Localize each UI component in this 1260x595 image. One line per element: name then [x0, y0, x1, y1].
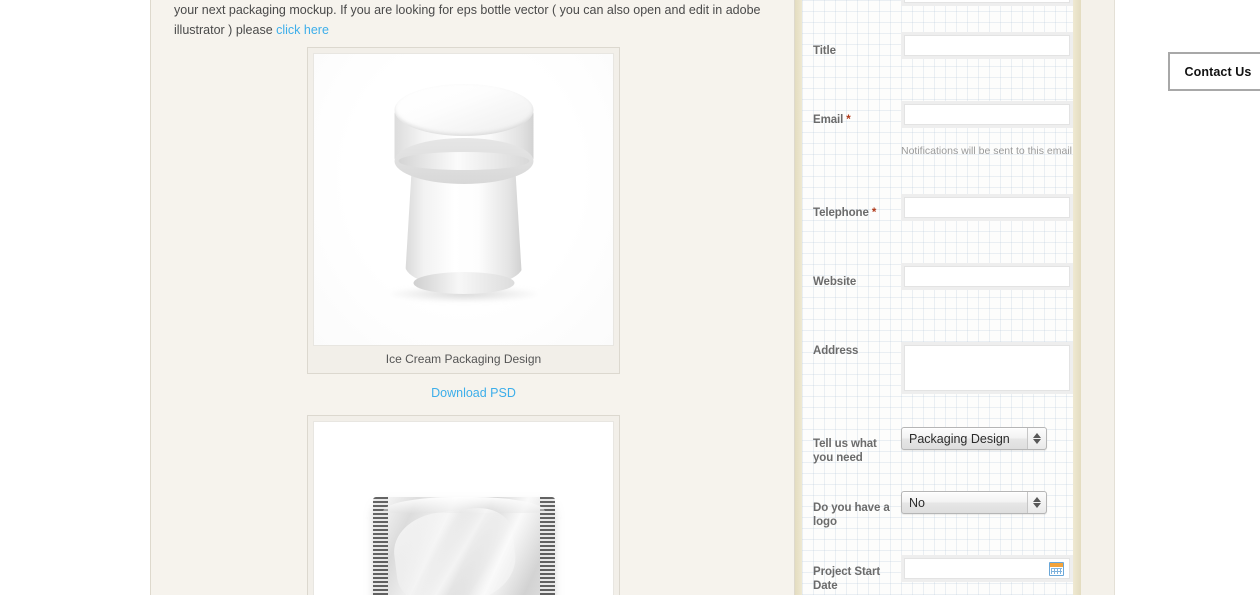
calendar-icon-header: [1050, 563, 1063, 567]
label-website: Website: [813, 275, 893, 289]
label-title: Title: [813, 44, 893, 58]
label-website-text: Website: [813, 276, 857, 288]
select-has-logo[interactable]: No: [901, 491, 1047, 514]
chevron-down-icon: [1033, 439, 1041, 444]
required-asterisk-telephone: *: [871, 207, 877, 219]
clipped-top-input[interactable]: [901, 0, 1073, 6]
figure-sachet-packaging: [307, 415, 620, 595]
label-address-text: Address: [813, 345, 859, 357]
sachet-body: [372, 497, 555, 595]
article-paragraph: your next packaging mockup. If you are l…: [174, 0, 779, 40]
input-title[interactable]: [901, 32, 1073, 59]
input-project-start-date[interactable]: [901, 555, 1073, 582]
ice-cream-tub-artwork: [314, 54, 613, 345]
figure-ice-cream-packaging: Ice Cream Packaging Design: [307, 47, 620, 374]
label-email: Email *: [813, 113, 893, 127]
sachet-image: [313, 421, 614, 595]
figure-caption: Ice Cream Packaging Design: [385, 352, 542, 366]
label-telephone: Telephone *: [813, 206, 893, 220]
select-service-type[interactable]: Packaging Design: [901, 427, 1047, 450]
select-service-type-value: Packaging Design: [909, 432, 1010, 446]
help-text-email: Notifications will be sent to this email: [901, 145, 1072, 157]
tub-base: [413, 272, 514, 294]
article-line-2-prefix: illustrator ) please: [174, 23, 277, 37]
article-line-1: your next packaging mockup. If you are l…: [174, 3, 761, 17]
label-project-start-date: Project Start Date: [813, 565, 893, 593]
chevron-up-icon: [1033, 433, 1041, 438]
contact-us-tab-label: Contact Us: [1184, 64, 1252, 79]
calendar-icon[interactable]: [1049, 562, 1064, 576]
download-psd-link[interactable]: Download PSD: [431, 386, 516, 400]
contact-us-tab[interactable]: Contact Us: [1168, 52, 1260, 91]
chevron-up-icon: [1033, 497, 1041, 502]
contact-form-fields: Title Email * Notifications will be sent…: [802, 0, 1081, 595]
panel-outer-margin: [1081, 0, 1085, 595]
panel-left-edge: [795, 0, 802, 595]
label-email-text: Email: [813, 114, 844, 126]
click-here-link[interactable]: click here: [276, 23, 329, 37]
sachet-gloss-highlight: [389, 504, 520, 595]
chevron-updown-icon[interactable]: [1027, 428, 1046, 449]
chevron-updown-icon[interactable]: [1027, 492, 1046, 513]
label-service-type: Tell us what you need: [813, 437, 893, 465]
input-website[interactable]: [901, 263, 1073, 290]
contact-form-panel: Title Email * Notifications will be sent…: [795, 0, 1085, 595]
label-service-type-text: Tell us what you need: [813, 438, 877, 464]
tub-rim: [398, 152, 529, 170]
calendar-icon-grid: [1051, 568, 1062, 574]
page-root: your next packaging mockup. If you are l…: [0, 0, 1260, 595]
required-asterisk-email: *: [846, 114, 851, 126]
download-psd-wrapper: Download PSD: [151, 386, 796, 400]
label-has-logo-text: Do you have a logo: [813, 502, 890, 528]
input-address[interactable]: [901, 342, 1073, 394]
label-has-logo: Do you have a logo: [813, 501, 893, 529]
page-right-margin: [1085, 0, 1115, 595]
chevron-down-icon: [1033, 503, 1041, 508]
label-title-text: Title: [813, 45, 836, 57]
input-email[interactable]: [901, 101, 1073, 128]
ice-cream-tub-image: [313, 53, 614, 346]
input-telephone[interactable]: [901, 194, 1073, 221]
label-telephone-text: Telephone: [813, 207, 869, 219]
select-has-logo-value: No: [909, 496, 925, 510]
sachet-artwork: [314, 422, 613, 595]
tub-lid-top: [394, 84, 533, 136]
label-address: Address: [813, 344, 893, 358]
label-project-start-date-text: Project Start Date: [813, 566, 881, 592]
article-content-column: your next packaging mockup. If you are l…: [150, 0, 795, 595]
